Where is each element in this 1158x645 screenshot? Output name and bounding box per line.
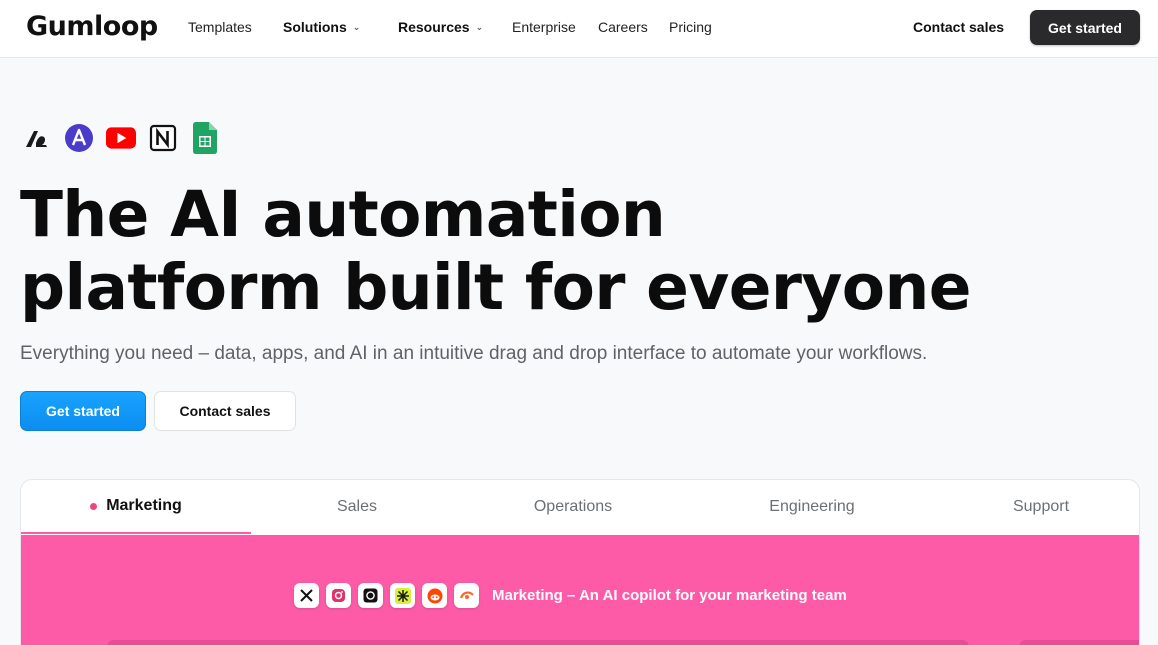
nav-contact-sales-link[interactable]: Contact sales <box>913 18 1004 36</box>
marketing-panel: Marketing – An AI copilot for your marke… <box>21 535 1139 645</box>
nav-resources-label: Resources <box>398 19 470 35</box>
tab-sales[interactable]: Sales <box>251 480 463 534</box>
tab-operations-label: Operations <box>533 498 613 515</box>
use-case-tab-bar: Marketing Sales Operations Engineering S… <box>21 480 1139 534</box>
hero-get-started-button[interactable]: Get started <box>20 391 146 431</box>
nav-pricing[interactable]: Pricing <box>669 18 712 36</box>
integration-icons <box>22 122 232 154</box>
threads-icon <box>358 583 383 608</box>
tab-marketing-label: Marketing <box>106 497 182 514</box>
tab-support[interactable]: Support <box>941 480 1139 534</box>
chevron-down-icon: ⌄ <box>475 22 484 32</box>
reddit-icon <box>422 583 447 608</box>
tab-sales-label: Sales <box>336 498 378 515</box>
hero-subheadline: Everything you need – data, apps, and AI… <box>20 343 928 364</box>
use-case-tabs-card: Marketing Sales Operations Engineering S… <box>20 479 1140 645</box>
preview-bar <box>1019 640 1139 645</box>
nav-enterprise[interactable]: Enterprise <box>512 18 576 36</box>
x-twitter-icon <box>294 583 319 608</box>
nav-templates-label: Templates <box>188 19 252 35</box>
hero-headline: The AI automation platform built for eve… <box>20 178 1120 324</box>
nav-get-started-button[interactable]: Get started <box>1030 10 1140 45</box>
nav-enterprise-label: Enterprise <box>512 19 576 35</box>
youtube-icon <box>106 123 136 153</box>
panel-header: Marketing – An AI copilot for your marke… <box>294 583 847 608</box>
hero-headline-line1: The AI automation <box>20 178 666 251</box>
notion-icon <box>148 123 178 153</box>
preview-bar <box>107 640 969 645</box>
nav-templates[interactable]: Templates <box>188 18 252 36</box>
nav-resources[interactable]: Resources ⌄ <box>398 18 483 36</box>
hero-headline-line2: platform built for everyone <box>20 251 971 324</box>
apollo-icon <box>64 123 94 153</box>
airtable-icon <box>22 123 52 153</box>
google-sheets-icon <box>190 122 220 154</box>
logo-wordmark: Gumloop <box>26 11 158 42</box>
gumloop-logo[interactable]: Gumloop <box>26 9 158 45</box>
semrush-icon <box>454 583 479 608</box>
chevron-down-icon: ⌄ <box>352 22 361 32</box>
hero-contact-sales-button[interactable]: Contact sales <box>154 391 296 431</box>
nav-solutions-label: Solutions <box>283 19 347 35</box>
nav-pricing-label: Pricing <box>669 19 712 35</box>
nav-solutions[interactable]: Solutions ⌄ <box>283 18 360 36</box>
nav-careers-label: Careers <box>598 19 648 35</box>
tab-operations[interactable]: Operations <box>463 480 683 534</box>
active-dot-icon <box>90 502 98 510</box>
instagram-icon <box>326 583 351 608</box>
tab-engineering-label: Engineering <box>769 498 855 515</box>
perplexity-icon <box>390 583 415 608</box>
tab-support-label: Support <box>1012 498 1070 515</box>
tab-engineering[interactable]: Engineering <box>683 480 941 534</box>
panel-title: Marketing – An AI copilot for your marke… <box>492 587 847 604</box>
tab-marketing[interactable]: Marketing <box>21 480 251 534</box>
top-navigation: Gumloop Templates Solutions ⌄ Resources ⌄ … <box>0 0 1158 58</box>
nav-careers[interactable]: Careers <box>598 18 648 36</box>
